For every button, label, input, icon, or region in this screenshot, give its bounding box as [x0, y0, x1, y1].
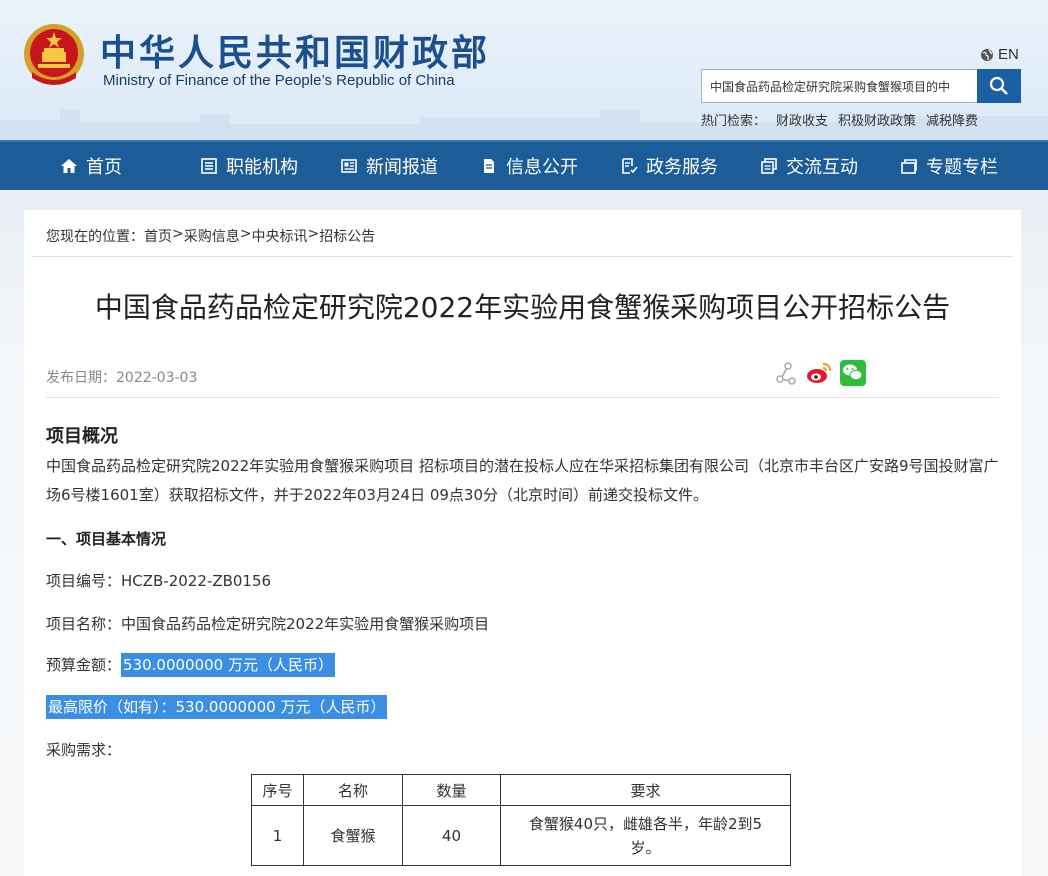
breadcrumb-separator: > [307, 226, 320, 242]
breadcrumb-prefix: 您现在的位置： [46, 229, 144, 245]
breadcrumb-link[interactable]: 采购信息 [184, 226, 240, 246]
nav-label: 政务服务 [646, 157, 718, 178]
nav-item-info[interactable]: 信息公开 [480, 142, 620, 190]
weibo-icon[interactable] [806, 361, 832, 385]
search-button[interactable] [977, 69, 1021, 103]
language-label: EN [998, 46, 1019, 63]
site-title[interactable]: 中华人民共和国财政部 [100, 24, 490, 76]
divider [46, 397, 999, 398]
overview-paragraph: 中国食品药品检定研究院2022年实验用食蟹猴采购项目 招标项目的潜在投标人应在华… [46, 457, 999, 504]
breadcrumb-separator: > [172, 226, 184, 242]
nav-label: 新闻报道 [366, 157, 438, 178]
chat-icon [761, 158, 777, 174]
home-icon [61, 159, 77, 173]
table-header-cell: 序号 [251, 774, 304, 806]
nav-label: 信息公开 [506, 157, 578, 178]
breadcrumb-link[interactable]: 招标公告 [319, 226, 375, 246]
max-price-value: 最高限价（如有）：530.0000000 万元（人民币） [46, 695, 388, 719]
table-cell: 1 [251, 805, 304, 866]
nav-item-topics[interactable]: 专题专栏 [900, 142, 1040, 190]
breadcrumb-link[interactable]: 中央标讯 [251, 226, 307, 246]
nav-item-home[interactable]: 首页 [60, 142, 200, 190]
table-cell: 食蟹猴40只，雌雄各半，年龄2到5岁。 [500, 805, 791, 866]
globe-icon [981, 48, 993, 61]
procurement-demand-label: 采购需求： [46, 741, 122, 759]
main-nav: 首页 职能机构 新闻报道 信息公开 政务服务 交流互动 专题专栏 [0, 140, 1048, 190]
nav-label: 首页 [86, 157, 122, 178]
search-input[interactable] [701, 69, 977, 103]
hot-search-link[interactable]: 积极财政政策 [838, 110, 916, 129]
section-heading: 一、项目基本情况 [46, 530, 167, 548]
national-emblem-icon [24, 24, 84, 85]
requirements-table: 序号 名称 数量 要求 1 食蟹猴 40 食蟹猴40只，雌雄各半，年龄2到5岁。 [251, 774, 791, 866]
breadcrumb-link[interactable]: 首页 [144, 226, 172, 246]
folder-icon [901, 159, 917, 174]
breadcrumb-separator: > [239, 226, 252, 242]
project-name: 项目名称：中国食品药品检定研究院2022年实验用食蟹猴采购项目 [46, 615, 490, 633]
hot-search-label: 热门检索： [701, 114, 767, 129]
budget-amount: 预算金额： 530.0000000 万元（人民币） [46, 653, 335, 677]
table-row: 1 食蟹猴 40 食蟹猴40只，雌雄各半，年龄2到5岁。 [251, 805, 791, 866]
section-title: 项目概况 [46, 426, 118, 447]
site-subtitle: Ministry of Finance of the People’s Repu… [103, 72, 455, 89]
table-header-row: 序号 名称 数量 要求 [251, 774, 791, 806]
nav-item-interaction[interactable]: 交流互动 [760, 142, 900, 190]
site-header: 中华人民共和国财政部 Ministry of Finance of the Pe… [0, 0, 1048, 140]
table-cell: 食蟹猴 [303, 805, 403, 866]
language-switch[interactable]: EN [980, 46, 1019, 63]
publish-date: 发布日期：2022-03-03 [46, 370, 198, 386]
table-header-cell: 数量 [402, 774, 501, 806]
breadcrumb: 您现在的位置： 首页 > 采购信息 > 中央标讯 > 招标公告 [46, 226, 375, 246]
hot-search-link[interactable]: 财政收支 [776, 110, 828, 129]
hot-search: 热门检索： 财政收支 积极财政政策 减税降费 [701, 110, 978, 129]
budget-label: 预算金额： [46, 656, 122, 674]
nav-label: 交流互动 [786, 157, 858, 178]
table-header-cell: 名称 [303, 774, 403, 806]
table-cell: 40 [402, 805, 501, 866]
share-icon[interactable] [774, 361, 798, 385]
divider [32, 256, 1013, 257]
budget-value: 530.0000000 万元（人民币） [121, 653, 335, 677]
max-price: 最高限价（如有）：530.0000000 万元（人民币） [46, 695, 388, 719]
article-title: 中国食品药品检定研究院2022年实验用食蟹猴采购项目公开招标公告 [94, 291, 951, 324]
document-icon [484, 159, 494, 173]
search-icon [989, 76, 1008, 95]
newspaper-icon [341, 159, 357, 173]
nav-label: 职能机构 [226, 157, 298, 178]
service-icon [622, 158, 638, 174]
project-number: 项目编号：HCZB-2022-ZB0156 [46, 572, 272, 590]
search-bar [701, 69, 1021, 103]
wechat-icon[interactable] [840, 360, 866, 386]
hot-search-link[interactable]: 减税降费 [926, 110, 978, 129]
nav-item-news[interactable]: 新闻报道 [340, 142, 480, 190]
table-header-cell: 要求 [500, 774, 791, 806]
share-bar [774, 360, 866, 386]
nav-item-departments[interactable]: 职能机构 [200, 142, 340, 190]
nav-label: 专题专栏 [926, 157, 998, 178]
article-card: 您现在的位置： 首页 > 采购信息 > 中央标讯 > 招标公告 中国食品药品检定… [24, 210, 1021, 876]
list-icon [201, 158, 217, 174]
nav-item-services[interactable]: 政务服务 [620, 142, 760, 190]
